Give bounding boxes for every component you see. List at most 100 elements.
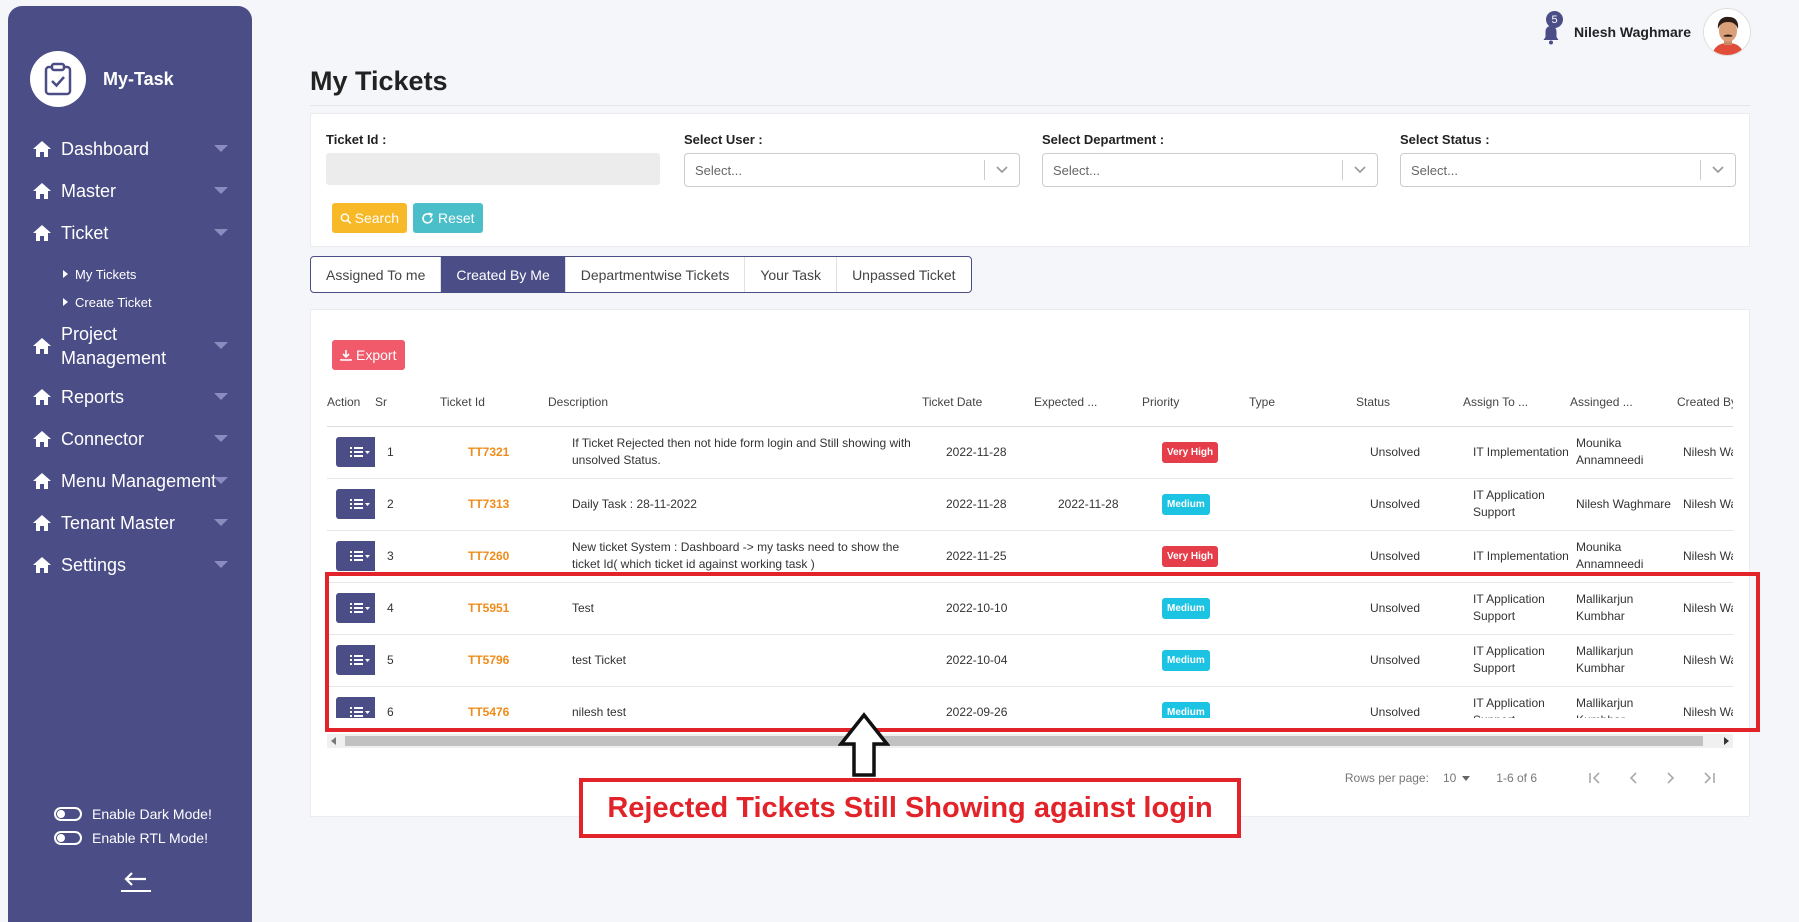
sidebar-item-menu-management[interactable]: Menu Management bbox=[8, 460, 252, 502]
cell-status: Unsolved bbox=[1356, 426, 1463, 479]
sidebar-item-label: Ticket bbox=[61, 222, 109, 243]
sidebar-subitem-label: My Tickets bbox=[75, 266, 137, 282]
cell-type bbox=[1249, 426, 1356, 479]
chevron-right-icon bbox=[1667, 772, 1675, 784]
sidebar-item-label: Settings bbox=[61, 554, 127, 575]
user-name[interactable]: Nilesh Waghmare bbox=[1574, 24, 1691, 40]
sidebar-item-dashboard[interactable]: Dashboard bbox=[8, 128, 252, 170]
cell-created-by: Nilesh Waghmare bbox=[1677, 426, 1733, 479]
highlight-rectangle bbox=[325, 572, 1760, 732]
scroll-left-icon[interactable] bbox=[331, 737, 336, 745]
tab-your-task[interactable]: Your Task bbox=[745, 257, 838, 292]
list-dropdown-icon bbox=[350, 499, 370, 509]
priority-badge: Very High bbox=[1162, 441, 1219, 463]
collapse-sidebar-button[interactable] bbox=[120, 868, 152, 896]
ticket-id-input[interactable] bbox=[326, 153, 660, 185]
select-status-dropdown[interactable]: Select... bbox=[1400, 153, 1736, 187]
toggle-switch[interactable] bbox=[54, 807, 82, 821]
last-page-button[interactable] bbox=[1699, 768, 1719, 788]
column-header-assigned[interactable]: Assinged ... bbox=[1570, 378, 1677, 427]
sidebar-subitem-my-tickets[interactable]: My Tickets bbox=[8, 260, 252, 288]
tab-created-by-me[interactable]: Created By Me bbox=[441, 257, 566, 292]
sidebar-item-ticket[interactable]: Ticket bbox=[8, 212, 252, 254]
tab-assigned-to-me[interactable]: Assigned To me bbox=[311, 257, 442, 292]
top-bar: 5 Nilesh Waghmare bbox=[1542, 8, 1751, 56]
sidebar-nav: Dashboard Master Ticket My Tickets Creat… bbox=[8, 128, 252, 586]
cell-ticket-id[interactable]: TT7313 bbox=[440, 478, 548, 531]
cell-assigned: Mounika Annamneedi bbox=[1570, 426, 1677, 479]
column-header-ticket-date[interactable]: Ticket Date bbox=[922, 378, 1034, 427]
page-title: My Tickets bbox=[310, 66, 448, 96]
column-header-expected[interactable]: Expected ... bbox=[1034, 378, 1142, 427]
dark-mode-toggle[interactable]: Enable Dark Mode! bbox=[54, 802, 212, 826]
rtl-mode-label: Enable RTL Mode! bbox=[92, 830, 208, 846]
sidebar-item-reports[interactable]: Reports bbox=[8, 376, 252, 418]
scroll-right-icon[interactable] bbox=[1724, 737, 1729, 745]
rtl-mode-toggle[interactable]: Enable RTL Mode! bbox=[54, 826, 212, 850]
home-icon bbox=[33, 183, 51, 199]
cell-ticket-date: 2022-11-28 bbox=[922, 426, 1034, 479]
column-header-type[interactable]: Type bbox=[1249, 378, 1356, 427]
chevron-down-icon bbox=[214, 342, 228, 349]
column-header-ticket-id[interactable]: Ticket Id bbox=[440, 378, 548, 427]
brand[interactable]: My-Task bbox=[30, 51, 174, 107]
column-header-sr[interactable]: Sr bbox=[375, 378, 440, 427]
first-page-icon bbox=[1589, 772, 1600, 784]
tab-unpassed-ticket[interactable]: Unpassed Ticket bbox=[837, 257, 971, 292]
select-user-dropdown[interactable]: Select... bbox=[684, 153, 1020, 187]
sidebar-item-connector[interactable]: Connector bbox=[8, 418, 252, 460]
reset-button[interactable]: Reset bbox=[413, 203, 483, 233]
sidebar-item-label: Tenant Master bbox=[61, 512, 176, 533]
avatar[interactable] bbox=[1703, 8, 1751, 56]
cell-description: Daily Task : 28-11-2022 bbox=[548, 478, 922, 531]
priority-badge: Very High bbox=[1162, 545, 1219, 567]
column-header-description[interactable]: Description bbox=[548, 378, 922, 427]
toggle-switch[interactable] bbox=[54, 831, 82, 845]
rows-per-page-select[interactable]: 10 bbox=[1443, 771, 1456, 785]
export-button-label: Export bbox=[356, 347, 397, 363]
home-icon bbox=[33, 225, 51, 241]
mode-toggles: Enable Dark Mode! Enable RTL Mode! bbox=[54, 802, 212, 850]
tab-departmentwise-tickets[interactable]: Departmentwise Tickets bbox=[566, 257, 746, 292]
home-icon bbox=[33, 473, 51, 489]
column-header-created-by[interactable]: Created By bbox=[1677, 378, 1733, 427]
next-page-button[interactable] bbox=[1661, 768, 1681, 788]
notification-bell[interactable]: 5 bbox=[1542, 11, 1564, 47]
cell-ticket-date: 2022-11-28 bbox=[922, 478, 1034, 531]
sidebar-item-tenant-master[interactable]: Tenant Master bbox=[8, 502, 252, 544]
sidebar-item-master[interactable]: Master bbox=[8, 170, 252, 212]
cell-type bbox=[1249, 478, 1356, 531]
column-header-assign-to[interactable]: Assign To ... bbox=[1463, 378, 1570, 427]
column-header-status[interactable]: Status bbox=[1356, 378, 1463, 427]
home-icon bbox=[33, 389, 51, 405]
sidebar-subitem-create-ticket[interactable]: Create Ticket bbox=[8, 288, 252, 316]
row-action-menu-button[interactable] bbox=[336, 437, 375, 467]
row-action-menu-button[interactable] bbox=[336, 489, 375, 519]
select-department-dropdown[interactable]: Select... bbox=[1042, 153, 1378, 187]
cell-ticket-id[interactable]: TT7321 bbox=[440, 426, 548, 479]
search-button[interactable]: Search bbox=[332, 203, 407, 233]
select-department-field: Select Department : Select... bbox=[1042, 132, 1378, 187]
ticket-tabs: Assigned To me Created By Me Departmentw… bbox=[310, 256, 972, 293]
sidebar-item-settings[interactable]: Settings bbox=[8, 544, 252, 586]
ticket-id-field: Ticket Id : bbox=[326, 132, 660, 185]
horizontal-scrollbar[interactable] bbox=[327, 734, 1733, 748]
previous-page-button[interactable] bbox=[1623, 768, 1643, 788]
sidebar-item-label: Master bbox=[61, 180, 117, 201]
table-row: 2 TT7313 Daily Task : 28-11-2022 2022-11… bbox=[327, 478, 1733, 531]
list-dropdown-icon bbox=[350, 447, 370, 457]
brand-name: My-Task bbox=[103, 68, 174, 89]
cell-expected: 2022-11-28 bbox=[1034, 478, 1142, 531]
annotation-callout: Rejected Tickets Still Showing against l… bbox=[579, 778, 1241, 838]
row-action-menu-button[interactable] bbox=[336, 541, 375, 571]
chevron-down-icon bbox=[214, 435, 228, 442]
cell-sr: 2 bbox=[375, 478, 440, 531]
first-page-button[interactable] bbox=[1585, 768, 1605, 788]
scrollbar-thumb[interactable] bbox=[345, 736, 1703, 746]
export-button[interactable]: Export bbox=[332, 340, 405, 370]
sidebar-item-project-management[interactable]: Project Management bbox=[8, 316, 252, 376]
chevron-down-icon bbox=[1701, 166, 1735, 174]
column-header-action[interactable]: Action bbox=[327, 378, 375, 427]
column-header-priority[interactable]: Priority bbox=[1142, 378, 1249, 427]
dark-mode-label: Enable Dark Mode! bbox=[92, 806, 212, 822]
